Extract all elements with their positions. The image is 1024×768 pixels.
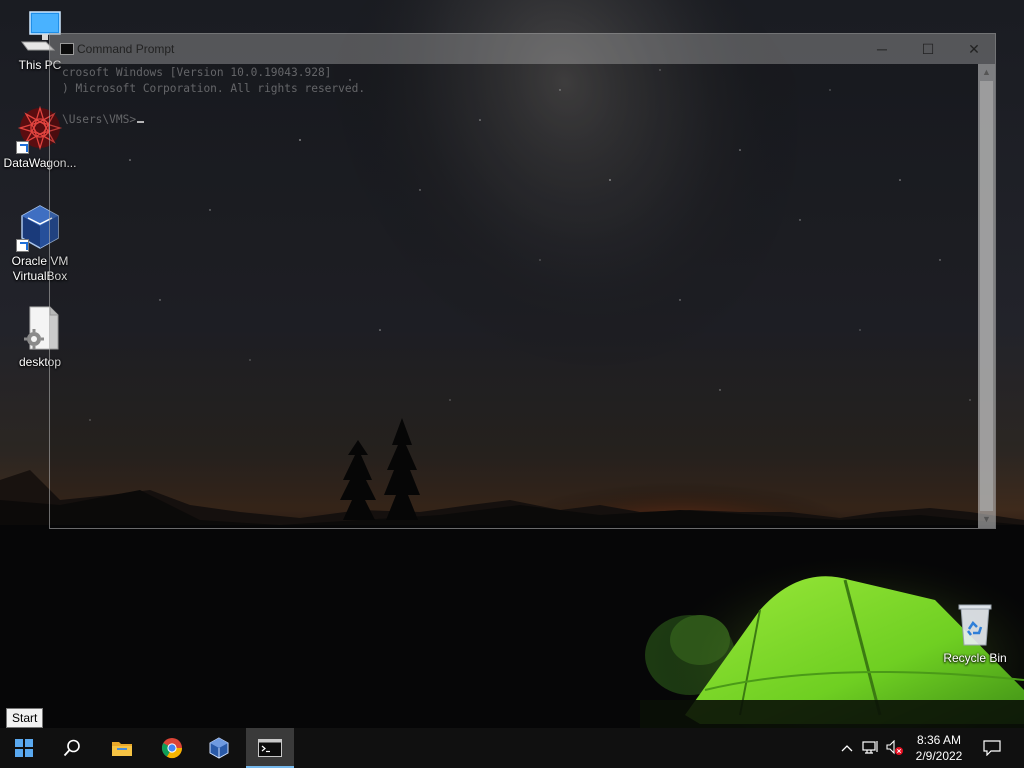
close-icon: ✕ [968, 40, 980, 57]
minimize-button[interactable]: ─ [859, 34, 905, 64]
virtualbox-button[interactable] [195, 728, 243, 768]
vertical-scrollbar[interactable]: ▲ ▼ [978, 64, 995, 528]
window-title: Command Prompt [77, 42, 175, 56]
start-tooltip: Start [6, 708, 44, 728]
clock-time: 8:36 AM [916, 733, 962, 747]
console-prompt-line: \Users\VMS> [62, 112, 145, 128]
command-prompt-window[interactable]: Command Prompt ─ ☐ ✕ crosoft Windows [Ve… [49, 33, 996, 529]
console-line: ) Microsoft Corporation. All rights rese… [62, 82, 366, 95]
action-center-icon [983, 740, 1001, 756]
clock[interactable]: 8:36 AM 2/9/2022 [906, 732, 972, 764]
console-prompt: \Users\VMS> [62, 113, 137, 126]
taskbar: 8:36 AM 2/9/2022 [0, 728, 1024, 768]
window-titlebar[interactable]: Command Prompt ─ ☐ ✕ [50, 34, 995, 64]
recycle-bin-icon [951, 601, 999, 649]
console-output[interactable]: crosoft Windows [Version 10.0.19043.928]… [50, 64, 979, 528]
volume-muted-icon [886, 740, 903, 755]
scroll-down-arrow-icon[interactable]: ▼ [978, 511, 995, 528]
shortcut-arrow-icon [16, 239, 29, 252]
scroll-up-arrow-icon[interactable]: ▲ [978, 64, 995, 81]
desktop-icon-recycle-bin[interactable]: Recycle Bin [935, 601, 1015, 666]
chevron-up-icon [841, 745, 853, 752]
close-button[interactable]: ✕ [951, 34, 997, 64]
shortcut-arrow-icon [16, 141, 29, 154]
maximize-button[interactable]: ☐ [905, 34, 951, 64]
command-prompt-taskbar-button[interactable] [246, 728, 294, 768]
volume-button[interactable] [884, 728, 906, 768]
action-center-button[interactable] [976, 728, 1008, 768]
scrollbar-thumb[interactable] [980, 81, 993, 511]
command-prompt-icon [258, 739, 282, 757]
file-explorer-button[interactable] [98, 728, 146, 768]
chrome-button[interactable] [148, 728, 196, 768]
minimize-icon: ─ [877, 41, 887, 57]
maximize-icon: ☐ [921, 40, 935, 57]
file-explorer-icon [112, 742, 132, 756]
network-icon [862, 741, 878, 754]
start-button[interactable] [0, 728, 48, 768]
text-cursor [137, 121, 145, 123]
show-hidden-icons-button[interactable] [838, 728, 856, 768]
console-line: crosoft Windows [Version 10.0.19043.928] [62, 66, 332, 79]
search-icon [63, 739, 80, 757]
windows-start-icon [15, 739, 33, 757]
desktop-icon-label: Recycle Bin [943, 651, 1007, 665]
virtualbox-icon [209, 737, 229, 759]
clock-date: 2/9/2022 [915, 749, 963, 763]
chrome-icon [161, 738, 183, 759]
search-button[interactable] [48, 728, 96, 768]
command-prompt-icon [60, 43, 74, 55]
network-button[interactable] [860, 728, 882, 768]
